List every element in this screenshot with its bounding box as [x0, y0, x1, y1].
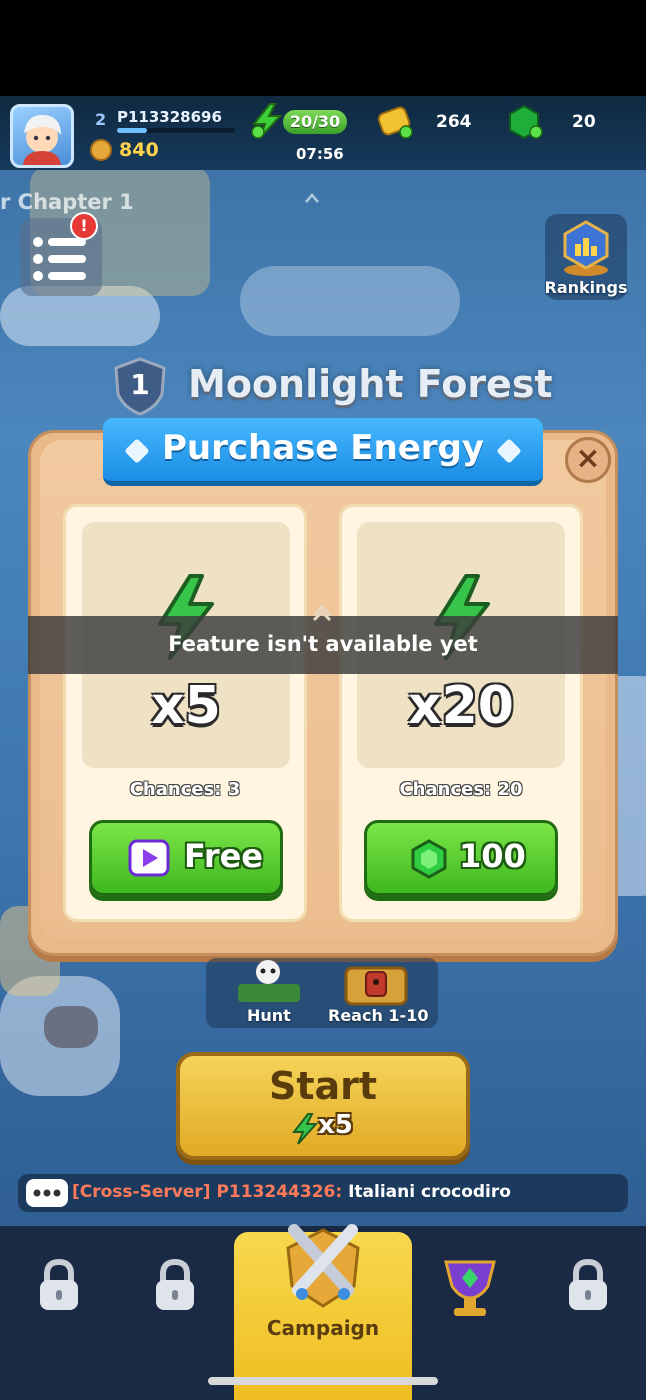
nav-tab-locked-2[interactable] — [152, 1258, 198, 1314]
stage-number: 1 — [130, 368, 150, 401]
nav-tab-locked-3[interactable] — [565, 1258, 611, 1314]
gem-icon — [509, 104, 543, 140]
chapter-label: r Chapter 1 — [0, 190, 134, 214]
lock-icon — [40, 1258, 78, 1310]
treasure-chest-icon — [344, 966, 408, 1006]
stage-number-badge: 1 — [110, 356, 170, 416]
xp-bar-fill — [117, 128, 147, 133]
video-ad-icon — [128, 839, 170, 877]
offer-quantity: x5 — [151, 676, 221, 736]
gold-resource[interactable]: 264 — [376, 104, 486, 140]
gem-count: 20 — [572, 112, 596, 132]
lock-icon — [156, 1258, 194, 1310]
toast-pointer-icon — [312, 604, 332, 622]
chat-channel: [Cross-Server] — [72, 1182, 211, 1202]
status-bar — [0, 0, 646, 96]
home-indicator[interactable] — [208, 1377, 438, 1385]
offer-quantity: x20 — [408, 676, 514, 736]
gem-price-label: 100 — [459, 837, 526, 875]
player-id: P113328696 — [117, 108, 222, 126]
gold-count: 264 — [436, 112, 472, 132]
offer-chances: Chances: 3 — [129, 779, 241, 800]
chat-message: [Cross-Server] P113244326: Italiani croc… — [72, 1182, 511, 1202]
hunt-monster-icon — [238, 960, 300, 1002]
reach-quest[interactable] — [340, 960, 412, 1006]
player-level: 2 — [95, 110, 107, 129]
energy-bolt-icon — [251, 103, 283, 139]
trophy-medal-icon — [90, 139, 112, 161]
toast-message: Feature isn't available yet — [168, 632, 478, 656]
energy-timer: 07:56 — [296, 145, 344, 163]
free-button-label: Free — [184, 837, 263, 875]
offer-chances: Chances: 20 — [399, 779, 523, 800]
close-button[interactable]: × — [565, 437, 611, 483]
hunt-quest[interactable] — [232, 958, 306, 1004]
list-icon — [33, 237, 86, 281]
rankings-trophy-icon — [563, 220, 609, 276]
energy-count: 20/30 — [289, 112, 341, 131]
stage-title: Moonlight Forest — [188, 362, 553, 406]
gem-resource[interactable]: 20 — [506, 104, 616, 140]
dialog-title: Purchase Energy — [161, 428, 485, 468]
start-energy-cost: x5 — [318, 1110, 353, 1140]
free-energy-button[interactable]: Free — [89, 820, 283, 896]
close-icon: × — [575, 441, 601, 476]
lock-icon — [569, 1258, 607, 1310]
hunt-label: Hunt — [247, 1006, 291, 1025]
gold-coin-icon — [377, 106, 413, 139]
chat-bubble-icon — [26, 1179, 68, 1207]
scroll-up-chevron-icon — [305, 193, 319, 203]
gem-icon — [411, 839, 447, 879]
chat-text: Italiani crocodiro — [348, 1182, 511, 1202]
buy-energy-gems-button[interactable]: 100 — [364, 820, 558, 896]
start-label: Start — [268, 1064, 378, 1108]
nav-tab-trophy[interactable] — [440, 1256, 500, 1320]
energy-bolt-icon — [291, 1113, 319, 1145]
chat-sender: P113244326: — [216, 1182, 343, 1202]
trophy-count: 840 — [119, 139, 159, 161]
hero-portrait-icon — [23, 114, 61, 165]
alert-badge: ! — [70, 212, 98, 240]
player-avatar[interactable] — [10, 104, 74, 168]
nav-tab-locked-1[interactable] — [36, 1258, 82, 1314]
crossed-swords-icon — [286, 1224, 360, 1308]
cup-icon — [444, 1260, 496, 1316]
rankings-label: Rankings — [544, 278, 628, 297]
reach-label: Reach 1-10 — [328, 1006, 429, 1025]
campaign-label: Campaign — [266, 1316, 380, 1340]
